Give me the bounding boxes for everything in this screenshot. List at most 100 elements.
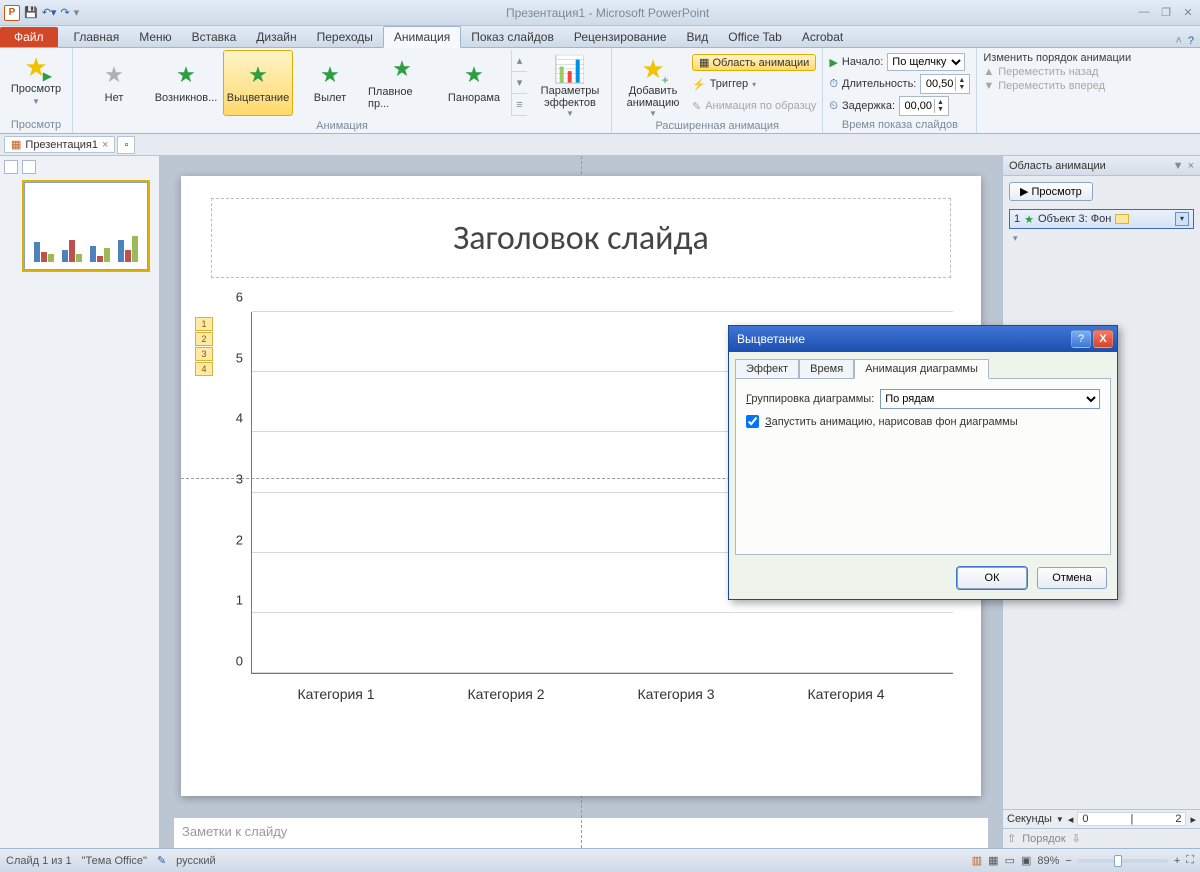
format-painter-anim: ✎Анимация по образцу (692, 96, 816, 116)
anim-list-expand-icon[interactable]: ▾ (1009, 233, 1194, 244)
redo-icon[interactable]: ↷ (60, 6, 69, 19)
close-window-icon[interactable]: ✕ (1180, 6, 1196, 19)
tab-review[interactable]: Рецензирование (564, 27, 677, 47)
view-normal-icon[interactable]: ▥ (972, 854, 982, 867)
fit-window-icon[interactable]: ⛶ (1186, 854, 1194, 867)
title-placeholder[interactable]: Заголовок слайда (211, 198, 951, 278)
anim-item-index: 1 (1014, 213, 1020, 225)
anim-panorama[interactable]: ★Панорама (439, 50, 509, 116)
animation-item[interactable]: 1 ★ Объект 3: Фон ▾ (1009, 209, 1194, 229)
status-language[interactable]: русский (176, 855, 215, 867)
anim-tag[interactable]: 2 (195, 332, 213, 346)
preview-button[interactable]: ★ ▶ Просмотр ▼ (6, 50, 66, 109)
dialog-close-icon[interactable]: X (1093, 330, 1113, 348)
pane-menu-icon[interactable]: ▼ (1173, 160, 1184, 172)
timeline-left-icon[interactable]: ◂ (1068, 813, 1074, 826)
reorder-down-icon[interactable]: ⇩ (1072, 832, 1081, 845)
dialog-title: Выцветание (737, 332, 805, 346)
tab-home[interactable]: Главная (64, 27, 130, 47)
gallery-up-icon[interactable]: ▴ (512, 50, 527, 72)
thumb-view-outline[interactable] (22, 160, 36, 174)
zoom-out-icon[interactable]: − (1065, 855, 1071, 867)
ok-button[interactable]: ОК (957, 567, 1027, 589)
delay-input[interactable]: ▲▼ (899, 96, 949, 116)
anim-none[interactable]: ★Нет (79, 50, 149, 116)
dialog-help-icon[interactable]: ? (1071, 330, 1091, 348)
reorder-footer: ⇧ Порядок ⇩ (1003, 828, 1200, 848)
tab-slideshow[interactable]: Показ слайдов (461, 27, 564, 47)
view-reading-icon[interactable]: ▭ (1005, 854, 1015, 867)
zoom-in-icon[interactable]: + (1174, 855, 1180, 867)
dialog-tab-chart-anim[interactable]: Анимация диаграммы (854, 359, 989, 379)
timeline-right-icon[interactable]: ▸ (1190, 813, 1196, 826)
cancel-button[interactable]: Отмена (1037, 567, 1107, 589)
doc-close-icon[interactable]: × (102, 139, 108, 151)
reorder-up-icon[interactable]: ⇧ (1007, 832, 1016, 845)
zoom-value[interactable]: 89% (1037, 855, 1059, 867)
status-slide: Слайд 1 из 1 (6, 855, 72, 867)
start-select[interactable]: По щелчку (887, 53, 965, 71)
save-icon[interactable]: 💾 (24, 6, 38, 19)
group-animation: ★Нет ★Возникнов... ★Выцветание ★Вылет ★П… (73, 48, 612, 133)
reorder-header: Изменить порядок анимации (983, 52, 1153, 64)
anim-tag[interactable]: 4 (195, 362, 213, 376)
window-title: Презентация1 - Microsoft PowerPoint (79, 6, 1136, 20)
gallery-more-icon[interactable]: ≡ (512, 94, 527, 116)
anim-float[interactable]: ★Плавное пр... (367, 50, 437, 116)
ribbon-tabs: Файл Главная Меню Вставка Дизайн Переход… (0, 26, 1200, 48)
pane-icon: ▦ (699, 57, 712, 69)
play-animation-button[interactable]: ▶ Просмотр (1009, 182, 1093, 201)
view-slideshow-icon[interactable]: ▣ (1021, 854, 1031, 867)
anim-item-dropdown-icon[interactable]: ▾ (1175, 212, 1189, 226)
timeline-ruler[interactable]: 0|2 (1077, 812, 1186, 826)
thumb-view-slides[interactable] (4, 160, 18, 174)
anim-fade[interactable]: ★Выцветание (223, 50, 293, 116)
arrow-down-icon: ▼ (983, 80, 994, 92)
grouping-select[interactable]: По рядам (880, 389, 1100, 409)
view-sorter-icon[interactable]: ▦ (988, 854, 998, 867)
tab-transitions[interactable]: Переходы (307, 27, 383, 47)
tab-officetab[interactable]: Office Tab (718, 27, 792, 47)
anim-appear[interactable]: ★Возникнов... (151, 50, 221, 116)
brush-icon: ✎ (692, 100, 701, 113)
gallery-down-icon[interactable]: ▾ (512, 72, 527, 94)
tab-acrobat[interactable]: Acrobat (792, 27, 853, 47)
ext-anim-controls: ▦ Область анимации ⚡Триггер▾ ✎Анимация п… (692, 50, 816, 116)
thumbnail-pane: 1 ✶ (0, 156, 160, 848)
restore-icon[interactable]: ❐ (1158, 6, 1174, 19)
slide-thumbnail[interactable] (22, 180, 150, 272)
help-icon[interactable]: ? (1188, 35, 1194, 47)
dialog-tab-effect[interactable]: Эффект (735, 359, 799, 379)
dialog-content: Группировка диаграммы: По рядам Запустит… (735, 378, 1111, 555)
dialog-titlebar[interactable]: Выцветание ? X (729, 326, 1117, 352)
anim-tag[interactable]: 3 (195, 347, 213, 361)
undo-icon[interactable]: ↶▾ (42, 6, 57, 19)
ribbon-collapse-icon[interactable]: ˄ (1175, 35, 1181, 47)
add-animation-button[interactable]: ★+ Добавить анимацию ▼ (618, 50, 688, 118)
spellcheck-icon[interactable]: ✎ (157, 854, 166, 867)
add-animation-icon: ★+ (641, 54, 664, 85)
zoom-slider[interactable] (1078, 859, 1168, 863)
tab-design[interactable]: Дизайн (246, 27, 306, 47)
duration-icon: ⏱ (829, 78, 838, 91)
duration-input[interactable]: ▲▼ (920, 74, 970, 94)
anim-tag[interactable]: 1 (195, 317, 213, 331)
new-doc-button[interactable]: ▫ (117, 136, 135, 154)
doc-tab[interactable]: ▦ Презентация1 × (4, 136, 115, 153)
tab-animation[interactable]: Анимация (383, 26, 461, 48)
effect-options-button[interactable]: 📊 Параметры эффектов ▼ (535, 50, 605, 118)
animation-pane-toggle[interactable]: ▦ Область анимации (692, 54, 816, 71)
tab-menu[interactable]: Меню (129, 27, 181, 47)
start-with-background-checkbox[interactable] (746, 415, 759, 428)
file-tab[interactable]: Файл (0, 27, 58, 47)
anim-flyin[interactable]: ★Вылет (295, 50, 365, 116)
pane-close-icon[interactable]: × (1188, 160, 1194, 172)
minimize-icon[interactable]: — (1136, 6, 1152, 19)
trigger-button[interactable]: ⚡Триггер▾ (692, 74, 816, 94)
dialog-tab-timing[interactable]: Время (799, 359, 854, 379)
tab-insert[interactable]: Вставка (182, 27, 247, 47)
green-star-icon: ★ (1024, 213, 1034, 226)
tab-view[interactable]: Вид (677, 27, 719, 47)
dialog-tabs: Эффект Время Анимация диаграммы (729, 352, 1117, 378)
delay-label: Задержка: (842, 100, 895, 112)
